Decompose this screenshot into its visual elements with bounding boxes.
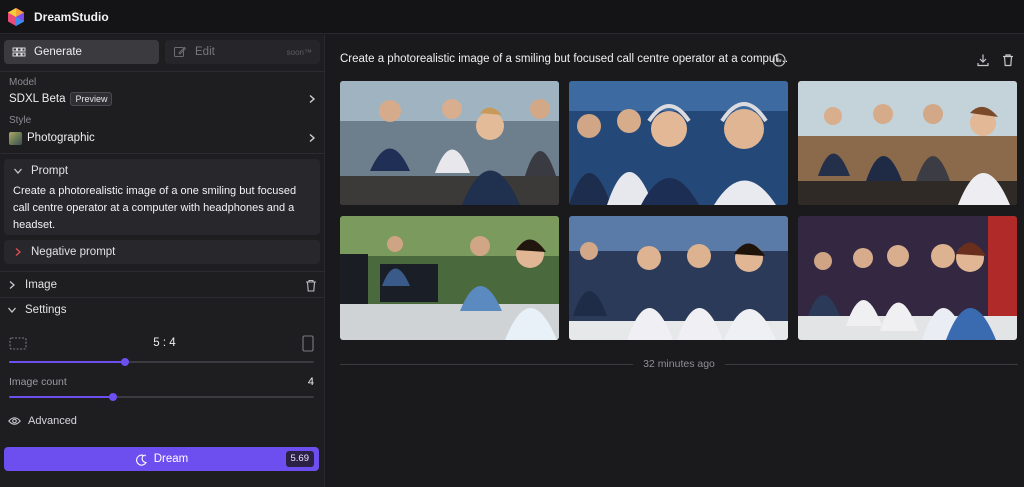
model-selector[interactable]: SDXL Beta Preview — [9, 91, 317, 107]
chevron-right-icon — [9, 281, 15, 289]
dreamstudio-logo — [8, 7, 24, 26]
portrait-ratio-icon[interactable] — [302, 334, 314, 352]
image-count-row: Image count 4 — [9, 376, 314, 388]
tab-edit-label: Edit — [195, 46, 215, 58]
divider — [0, 71, 325, 72]
prompt-header[interactable]: Prompt — [4, 159, 320, 183]
generated-image-3[interactable] — [798, 81, 1017, 205]
edit-soon-note: soon™ — [286, 47, 312, 57]
chevron-right-icon — [309, 133, 316, 143]
style-label: Style — [9, 115, 32, 126]
generated-image-6[interactable] — [798, 216, 1017, 340]
prompt-textarea[interactable]: Create a photorealistic image of a one s… — [4, 183, 320, 234]
image-section[interactable]: Image — [4, 273, 320, 297]
app-name: DreamStudio — [34, 9, 109, 24]
style-value: Photographic — [27, 132, 95, 144]
reuse-prompt-icon[interactable] — [772, 53, 786, 67]
generated-image-2[interactable] — [569, 81, 788, 205]
settings-section[interactable]: Settings — [4, 298, 320, 322]
divider-line — [724, 363, 1018, 365]
advanced-label: Advanced — [28, 415, 77, 427]
image-count-value: 4 — [307, 376, 314, 388]
style-selector[interactable]: Photographic — [9, 130, 317, 146]
prompt-label: Prompt — [31, 165, 69, 177]
preview-badge: Preview — [70, 92, 113, 106]
download-icon[interactable] — [976, 53, 990, 67]
aspect-ratio-slider-fill — [9, 361, 125, 363]
advanced-toggle[interactable]: Advanced — [8, 415, 77, 427]
model-value: SDXL Beta — [9, 93, 66, 105]
tab-generate[interactable]: Generate — [4, 40, 159, 64]
style-thumbnail — [9, 131, 22, 145]
mode-tabs: Generate Edit soon™ — [4, 40, 320, 64]
edit-icon — [173, 45, 187, 59]
negative-prompt-header[interactable]: Negative prompt — [4, 240, 320, 264]
image-label: Image — [25, 279, 57, 291]
sidebar: Generate Edit soon™ Model SDXL Beta Prev… — [0, 35, 325, 487]
chevron-down-icon — [14, 168, 22, 174]
aspect-ratio-slider-handle[interactable] — [120, 358, 129, 366]
settings-label: Settings — [25, 304, 67, 316]
timestamp-divider: 32 minutes ago — [340, 357, 1018, 371]
credit-cost-badge: 5.69 — [285, 451, 314, 467]
landscape-ratio-icon[interactable] — [9, 336, 27, 350]
main-area: Create a photorealistic image of a smili… — [326, 35, 1024, 487]
prompt-panel[interactable]: Prompt Create a photorealistic image of … — [4, 159, 320, 235]
aspect-ratio-slider[interactable] — [9, 358, 314, 366]
moon-sparkle-icon — [135, 453, 147, 466]
tab-generate-label: Generate — [34, 46, 82, 58]
trash-icon[interactable] — [305, 279, 317, 292]
aspect-ratio-row: 5 : 4 — [9, 333, 314, 353]
generated-image-4[interactable] — [340, 216, 559, 340]
image-count-slider[interactable] — [9, 393, 314, 401]
divider — [0, 271, 325, 272]
chevron-right-icon — [15, 248, 21, 256]
dream-button-label: Dream — [153, 453, 189, 465]
divider — [0, 153, 325, 154]
image-count-slider-fill — [9, 396, 113, 398]
negative-prompt-label: Negative prompt — [31, 246, 116, 258]
generation-prompt-title: Create a photorealistic image of a smili… — [340, 53, 789, 65]
top-bar: DreamStudio — [0, 0, 1024, 34]
image-count-slider-handle[interactable] — [108, 393, 117, 401]
divider-line — [340, 363, 634, 365]
aspect-ratio-value: 5 : 4 — [153, 337, 176, 349]
generated-image-1[interactable] — [340, 81, 559, 205]
model-label: Model — [9, 77, 37, 88]
negative-prompt-panel[interactable]: Negative prompt — [4, 240, 320, 264]
grid-icon — [12, 45, 26, 59]
tab-edit[interactable]: Edit soon™ — [165, 40, 320, 64]
eye-icon — [8, 417, 21, 425]
generated-image-5[interactable] — [569, 216, 788, 340]
chevron-down-icon — [8, 307, 16, 313]
dream-button[interactable]: Dream 5.69 — [4, 447, 319, 471]
chevron-right-icon — [309, 94, 316, 104]
trash-icon[interactable] — [1001, 53, 1015, 67]
generation-timestamp: 32 minutes ago — [643, 358, 715, 370]
image-count-label: Image count — [9, 376, 67, 388]
